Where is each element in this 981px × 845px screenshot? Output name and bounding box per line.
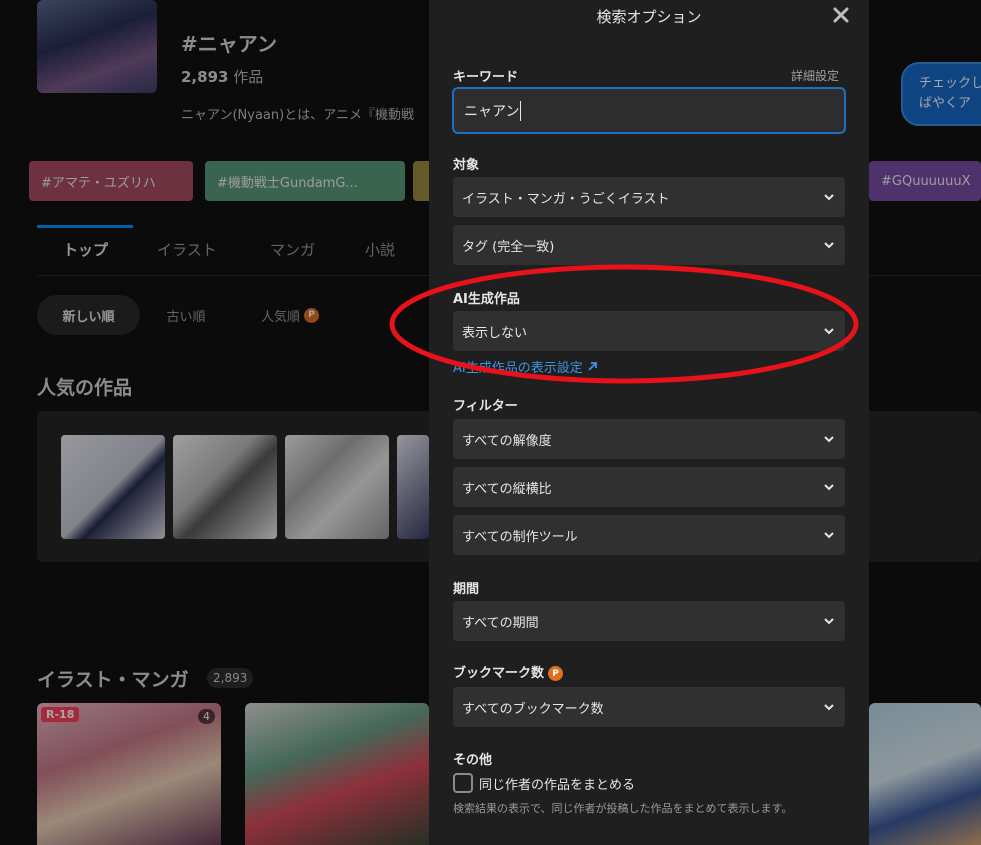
group-by-author-label[interactable]: 同じ作者の作品をまとめる <box>479 774 635 793</box>
chevron-down-icon <box>824 484 834 491</box>
period-value: すべての期間 <box>462 615 539 631</box>
tag-work-count: 2,893 作品 <box>181 66 263 87</box>
tooltip-line-1: チェックし <box>919 76 981 91</box>
modal-title: 検索オプション <box>596 8 702 26</box>
keyword-label: キーワード <box>453 70 519 85</box>
creation-tool-value: すべての制作ツール <box>462 529 578 545</box>
other-label: その他 <box>453 753 493 768</box>
related-tag-chip[interactable]: #アマテ・ユズリハ <box>29 161 193 201</box>
tag-avatar-image <box>37 0 157 93</box>
active-tab-indicator <box>37 225 133 228</box>
work-thumbnail[interactable] <box>245 703 429 845</box>
bookmark-count-select[interactable]: すべてのブックマーク数 <box>453 687 845 727</box>
group-by-author-help: 検索結果の表示で、同じ作者が投稿した作品をまとめて表示します。 <box>453 802 793 815</box>
keyword-value: ニャアン <box>464 103 520 120</box>
info-tooltip: チェックし ばやくア <box>901 62 981 126</box>
bookmark-count-text: ブックマーク数 <box>453 666 545 681</box>
chevron-down-icon <box>824 618 834 625</box>
tab-top[interactable]: トップ <box>63 239 108 260</box>
sort-oldest-button[interactable]: 古い順 <box>150 295 222 335</box>
tag-title: #ニャアン <box>181 32 277 56</box>
popular-work-thumbnail[interactable] <box>61 435 165 539</box>
ai-generated-value: 表示しない <box>462 325 528 341</box>
close-button[interactable] <box>830 4 852 26</box>
target-match-value: タグ (完全一致) <box>462 239 555 255</box>
popular-works-heading: 人気の作品 <box>37 377 133 399</box>
work-thumbnail[interactable] <box>869 703 981 845</box>
related-tag-chip[interactable]: #GQuuuuuuX <box>869 161 981 201</box>
chevron-down-icon <box>824 242 834 249</box>
sort-newest-button[interactable]: 新しい順 <box>37 295 140 335</box>
creation-tool-select[interactable]: すべての制作ツール <box>453 515 845 555</box>
keyword-input[interactable]: ニャアン <box>452 87 846 134</box>
page-count-badge: 4 <box>198 709 215 724</box>
related-tag-chip[interactable]: #機動戦士GundamG... <box>205 161 405 201</box>
search-options-modal: 検索オプション キーワード 詳細設定 ニャアン 対象 イラスト・マンガ・うごくイ… <box>429 0 869 845</box>
chevron-down-icon <box>824 704 834 711</box>
chevron-down-icon <box>824 532 834 539</box>
period-select[interactable]: すべての期間 <box>453 601 845 641</box>
bookmark-count-label: ブックマーク数 P <box>453 662 564 681</box>
resolution-select[interactable]: すべての解像度 <box>453 419 845 459</box>
filter-label: フィルター <box>453 399 518 414</box>
ai-display-settings-link[interactable]: AI生成作品の表示設定 <box>453 357 598 376</box>
premium-icon: P <box>304 307 319 323</box>
close-icon <box>833 7 849 23</box>
period-label: 期間 <box>453 582 480 597</box>
illust-manga-count: 2,893 <box>207 668 254 688</box>
advanced-settings-link[interactable]: 詳細設定 <box>791 67 839 84</box>
r18-badge: R-18 <box>41 707 80 722</box>
tab-illust[interactable]: イラスト <box>157 239 217 260</box>
target-type-select[interactable]: イラスト・マンガ・うごくイラスト <box>453 177 845 217</box>
resolution-value: すべての解像度 <box>462 433 552 449</box>
tag-count-suffix: 作品 <box>228 68 264 86</box>
chevron-down-icon <box>824 328 834 335</box>
aspect-ratio-select[interactable]: すべての縦横比 <box>453 467 845 507</box>
illust-manga-heading: イラスト・マンガ <box>37 669 189 691</box>
aspect-ratio-value: すべての縦横比 <box>462 481 552 497</box>
page: #ニャアン 2,893 作品 ニャアン(Nyaan)とは、アニメ『機動戦 #アマ… <box>0 0 981 845</box>
popular-work-thumbnail[interactable] <box>397 435 429 539</box>
tab-manga[interactable]: マンガ <box>270 239 315 260</box>
group-by-author-checkbox[interactable] <box>453 773 473 793</box>
chevron-down-icon <box>824 436 834 443</box>
popular-work-thumbnail[interactable] <box>173 435 277 539</box>
tag-count-number: 2,893 <box>181 68 229 86</box>
ai-generated-select[interactable]: 表示しない <box>453 311 845 351</box>
tab-novel[interactable]: 小説 <box>365 239 395 260</box>
tooltip-line-2: ばやくア <box>919 95 972 111</box>
target-label: 対象 <box>453 158 480 173</box>
tag-description: ニャアン(Nyaan)とは、アニメ『機動戦 <box>181 108 414 123</box>
target-match-select[interactable]: タグ (完全一致) <box>453 225 845 265</box>
bookmark-count-value: すべてのブックマーク数 <box>462 701 604 717</box>
premium-icon: P <box>548 666 564 681</box>
target-type-value: イラスト・マンガ・うごくイラスト <box>462 191 670 207</box>
ai-generated-label: AI生成作品 <box>453 292 520 307</box>
popular-work-thumbnail[interactable] <box>285 435 389 539</box>
external-arrow-icon <box>588 362 597 371</box>
ai-display-settings-label: AI生成作品の表示設定 <box>453 361 583 376</box>
work-thumbnail[interactable]: R-18 4 <box>37 703 221 845</box>
text-caret <box>520 100 522 121</box>
chevron-down-icon <box>824 194 834 201</box>
sort-popular-button[interactable]: 人気順 P <box>245 295 335 335</box>
sort-popular-label: 人気順 <box>260 309 300 325</box>
